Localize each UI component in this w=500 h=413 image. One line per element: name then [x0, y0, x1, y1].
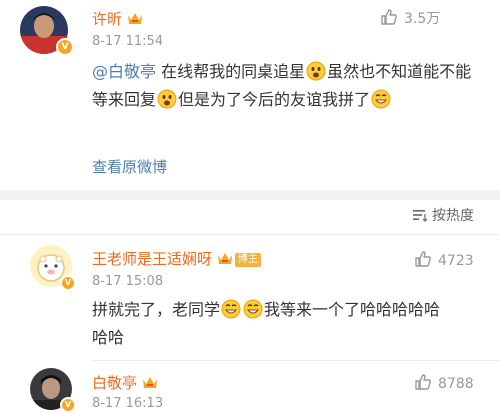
blogger-badge: 博主	[234, 253, 261, 267]
emoji-face-icon	[306, 61, 326, 81]
verified-badge-icon: V	[56, 38, 74, 56]
emoji-face-icon	[157, 89, 177, 109]
crown-icon	[142, 377, 157, 388]
sort-by-hot-button[interactable]: 按热度	[412, 205, 474, 225]
reply-author[interactable]: 王老师是王适娴呀 博主	[92, 248, 261, 269]
emoji-grin-icon	[371, 89, 391, 109]
like-button[interactable]: 4723	[414, 250, 474, 269]
view-original-post-link[interactable]: 查看原微博	[92, 156, 167, 177]
reply-time: 8-17 16:13	[92, 396, 164, 411]
section-divider	[0, 190, 500, 200]
thumbs-up-icon	[415, 374, 431, 390]
thumbs-up-icon	[415, 251, 431, 267]
verified-badge-icon: V	[60, 275, 76, 291]
reply-author[interactable]: 白敬亭	[92, 372, 158, 393]
reply-time: 8-17 15:08	[92, 274, 164, 289]
comment-text: @白敬亭 在线帮我的同桌追星 虽然也不知道能不能等来回复 但是为了今后的友谊我拼了	[92, 61, 472, 109]
mention-link[interactable]: @白敬亭	[92, 62, 156, 81]
like-button[interactable]: 8788	[414, 373, 474, 392]
sort-bar-divider	[0, 234, 500, 235]
emoji-grin-icon	[221, 299, 241, 319]
reply-divider	[92, 360, 500, 361]
sort-icon	[413, 210, 428, 222]
reply-text: 拼就完了，老同学 我等来一个了哈哈哈哈哈 哈哈	[92, 299, 441, 347]
crown-icon	[217, 253, 232, 264]
like-button[interactable]: 3.5万	[380, 8, 440, 28]
emoji-grin-icon	[243, 299, 263, 319]
crown-icon	[127, 13, 142, 24]
comment-time: 8-17 11:54	[92, 34, 164, 49]
comment-author[interactable]: 许昕	[92, 8, 143, 29]
thumbs-up-icon	[381, 9, 397, 25]
